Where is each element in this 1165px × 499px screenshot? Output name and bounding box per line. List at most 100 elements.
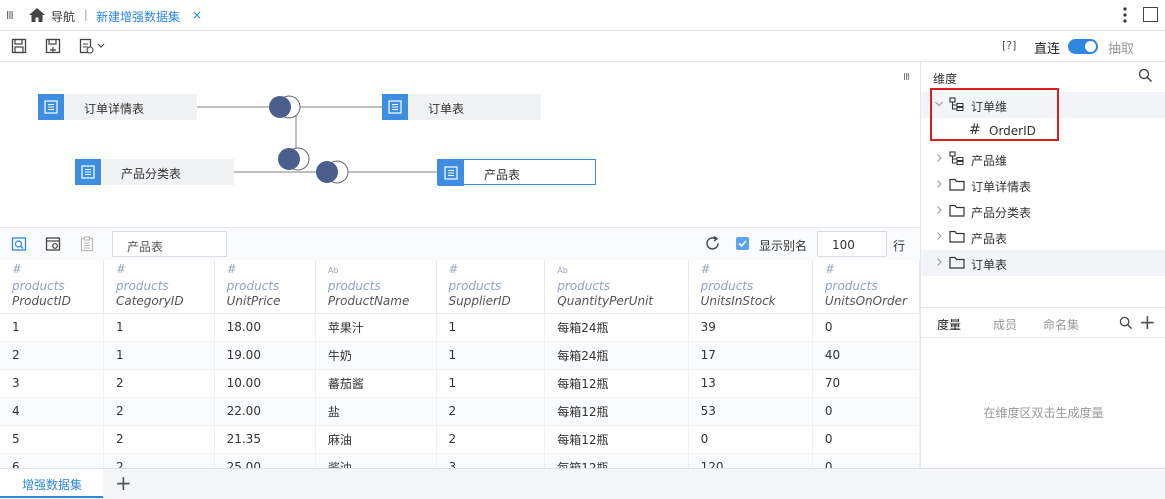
table-cell[interactable]: 牛奶 xyxy=(315,341,437,370)
collapse-panel-icon[interactable]: III xyxy=(903,72,910,83)
column-header[interactable]: # products ProductID xyxy=(0,260,104,314)
table-cell[interactable]: 每箱24瓶 xyxy=(544,313,689,342)
table-node-category[interactable]: 产品分类表 xyxy=(75,159,234,185)
chevron-right-icon[interactable] xyxy=(935,179,943,189)
nav-label[interactable]: 导航 xyxy=(51,8,75,25)
join-icon[interactable] xyxy=(278,147,310,171)
table-cell[interactable]: 6 xyxy=(0,453,104,468)
home-icon[interactable] xyxy=(28,6,46,24)
table-cell[interactable]: 0 xyxy=(812,397,920,426)
tab-named-sets[interactable]: 命名集 xyxy=(1043,316,1079,333)
table-cell[interactable]: 蕃茄酱 xyxy=(315,369,437,398)
search-icon[interactable] xyxy=(1138,68,1153,83)
column-header[interactable]: # products UnitPrice xyxy=(214,260,316,314)
more-vertical-icon[interactable] xyxy=(1120,5,1130,25)
chevron-right-icon[interactable] xyxy=(935,231,943,241)
table-cell[interactable]: 1 xyxy=(103,341,215,370)
table-cell[interactable]: 2 xyxy=(103,453,215,468)
table-cell[interactable]: 3 xyxy=(436,453,546,468)
table-cell[interactable]: 1 xyxy=(436,369,546,398)
column-header[interactable]: Ab products QuantityPerUnit xyxy=(544,260,689,314)
table-cell[interactable]: 每箱12瓶 xyxy=(544,453,689,468)
table-cell[interactable]: 每箱12瓶 xyxy=(544,397,689,426)
show-alias-checkbox[interactable] xyxy=(736,237,749,250)
close-icon[interactable]: × xyxy=(192,8,202,22)
sheet-tab-enhanced-dataset[interactable]: 增强数据集 xyxy=(0,469,103,498)
table-cell[interactable]: 2 xyxy=(103,369,215,398)
relation-canvas[interactable]: 订单详情表 订单表 产品分类表 产品表 III xyxy=(0,62,920,227)
table-cell[interactable]: 0 xyxy=(812,313,920,342)
chevron-right-icon[interactable] xyxy=(935,205,943,215)
tree-item-folder-category[interactable]: 产品分类表 xyxy=(921,198,1165,224)
table-cell[interactable]: 40 xyxy=(812,341,920,370)
table-cell[interactable]: 5 xyxy=(0,425,104,454)
add-icon[interactable]: + xyxy=(1139,310,1156,334)
table-cell[interactable]: 2 xyxy=(436,425,546,454)
tree-item-folder-products[interactable]: 产品表 xyxy=(921,224,1165,250)
tab-members[interactable]: 成员 xyxy=(993,316,1017,333)
tab-measure[interactable]: 度量 xyxy=(937,316,961,333)
column-header[interactable]: # products SupplierID xyxy=(436,260,546,314)
column-header[interactable]: # products UnitsOnOrder xyxy=(812,260,920,314)
table-node-products[interactable]: 产品表 xyxy=(437,159,596,186)
tab-new-enhanced-dataset[interactable]: 新建增强数据集 xyxy=(96,8,180,25)
table-cell[interactable]: 17 xyxy=(688,341,813,370)
table-cell[interactable]: 2 xyxy=(0,341,104,370)
table-cell[interactable]: 10.00 xyxy=(214,369,316,398)
table-cell[interactable]: 4 xyxy=(0,397,104,426)
table-cell[interactable]: 每箱24瓶 xyxy=(544,341,689,370)
table-node-orders[interactable]: 订单表 xyxy=(382,94,541,120)
table-cell[interactable]: 3 xyxy=(0,369,104,398)
row-count-input[interactable]: 100 xyxy=(817,231,887,257)
table-cell[interactable]: 每箱12瓶 xyxy=(544,425,689,454)
chevron-right-icon[interactable] xyxy=(935,257,943,267)
table-cell[interactable]: 19.00 xyxy=(214,341,316,370)
table-node-order-detail[interactable]: 订单详情表 xyxy=(38,94,197,120)
table-cell[interactable]: 1 xyxy=(436,313,546,342)
table-cell[interactable]: 苹果汁 xyxy=(315,313,437,342)
table-cell[interactable]: 0 xyxy=(812,453,920,468)
table-cell[interactable]: 0 xyxy=(688,425,813,454)
save-as-icon[interactable] xyxy=(45,38,61,54)
table-cell[interactable]: 2 xyxy=(103,397,215,426)
table-cell[interactable]: 1 xyxy=(103,313,215,342)
join-icon[interactable] xyxy=(316,160,349,184)
table-settings-icon[interactable] xyxy=(45,236,61,252)
export-dropdown-icon[interactable] xyxy=(79,38,107,54)
search-icon[interactable] xyxy=(1119,316,1133,330)
column-header[interactable]: # products CategoryID xyxy=(103,260,215,314)
connect-mode-toggle[interactable] xyxy=(1068,39,1098,54)
table-cell[interactable]: 麻油 xyxy=(315,425,437,454)
join-icon[interactable] xyxy=(269,95,301,119)
table-cell[interactable]: 2 xyxy=(103,425,215,454)
table-cell[interactable]: 21.35 xyxy=(214,425,316,454)
menu-icon[interactable]: III xyxy=(6,9,14,22)
table-cell[interactable]: 1 xyxy=(0,313,104,342)
table-cell[interactable]: 39 xyxy=(688,313,813,342)
column-header[interactable]: Ab products ProductName xyxy=(315,260,437,314)
table-cell[interactable]: 25.00 xyxy=(214,453,316,468)
table-cell[interactable]: 13 xyxy=(688,369,813,398)
chevron-right-icon[interactable] xyxy=(935,153,943,163)
tree-item-product-dimension[interactable]: 产品维 xyxy=(921,146,1165,172)
column-header[interactable]: # products UnitsInStock xyxy=(688,260,813,314)
refresh-icon[interactable] xyxy=(704,235,721,252)
table-cell[interactable]: 18.00 xyxy=(214,313,316,342)
clipboard-icon[interactable] xyxy=(79,236,95,252)
table-cell[interactable]: 1 xyxy=(436,341,546,370)
table-cell[interactable]: 70 xyxy=(812,369,920,398)
table-cell[interactable]: 22.00 xyxy=(214,397,316,426)
table-cell[interactable]: 0 xyxy=(812,425,920,454)
add-sheet-icon[interactable]: + xyxy=(115,471,132,495)
help-button[interactable]: [?] xyxy=(1002,39,1016,52)
table-cell[interactable]: 120 xyxy=(688,453,813,468)
table-cell[interactable]: 酱油 xyxy=(315,453,437,468)
maximize-icon[interactable] xyxy=(1143,7,1158,22)
tree-item-folder-orders[interactable]: 订单表 xyxy=(921,250,1165,276)
table-cell[interactable]: 每箱12瓶 xyxy=(544,369,689,398)
data-preview-icon[interactable] xyxy=(11,236,27,252)
table-name-input[interactable]: 产品表 xyxy=(112,231,227,257)
table-cell[interactable]: 盐 xyxy=(315,397,437,426)
table-cell[interactable]: 2 xyxy=(436,397,546,426)
tree-item-folder-order-detail[interactable]: 订单详情表 xyxy=(921,172,1165,198)
